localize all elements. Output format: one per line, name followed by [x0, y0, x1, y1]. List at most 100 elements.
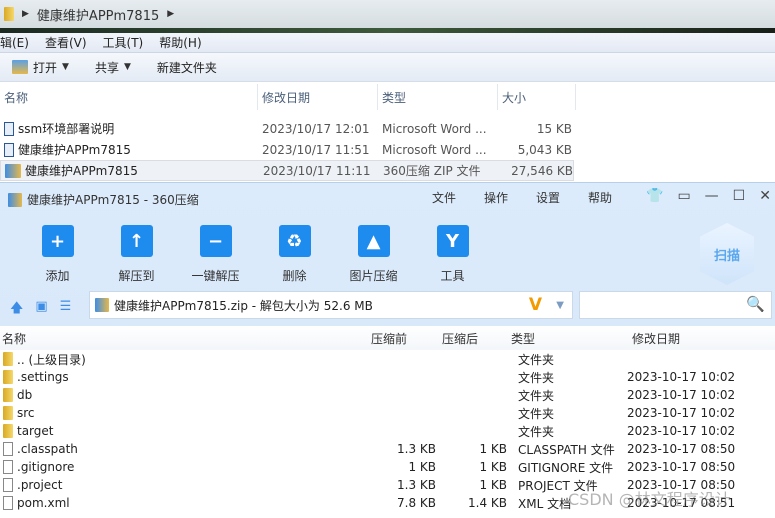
- menu-file[interactable]: 文件: [432, 189, 456, 206]
- tool-button-0[interactable]: + 添加: [18, 225, 97, 284]
- zip-icon: [95, 298, 109, 312]
- column-type[interactable]: 类型: [378, 84, 498, 110]
- open-button[interactable]: 打开 ▼: [12, 59, 69, 76]
- up-arrow-icon[interactable]: 🡅: [10, 299, 23, 321]
- chevron-right-icon[interactable]: ▶: [167, 9, 174, 19]
- entry-size-after: 1 KB: [479, 442, 507, 456]
- tool-button-2[interactable]: − 一键解压: [176, 225, 255, 284]
- file-icon: [3, 442, 13, 456]
- search-input[interactable]: 🔍: [579, 291, 772, 319]
- chevron-down-icon[interactable]: ▼: [556, 300, 564, 311]
- security-v-icon[interactable]: V: [529, 295, 542, 315]
- column-date[interactable]: 修改日期: [258, 84, 378, 110]
- file-row[interactable]: 健康维护APPm7815 2023/10/17 11:51 Microsoft …: [0, 139, 775, 160]
- column-date[interactable]: 修改日期: [632, 330, 680, 347]
- new-folder-label: 新建文件夹: [156, 60, 217, 75]
- menu-edit[interactable]: 编辑(E): [0, 34, 29, 51]
- entry-name: .gitignore: [17, 460, 75, 474]
- window-title: 健康维护APPm7815 - 360压缩: [8, 191, 199, 208]
- tool-button-5[interactable]: Y 工具: [413, 225, 492, 284]
- entry-name: target: [17, 424, 54, 438]
- tool-label: 工具: [440, 269, 465, 283]
- tool-button-1[interactable]: ↑ 解压到: [97, 225, 176, 284]
- entry-size-after: 1 KB: [479, 478, 507, 492]
- file-size: 27,546 KB: [511, 163, 573, 178]
- menu-operate[interactable]: 操作: [484, 189, 508, 206]
- zip-toolbar: + 添加 ↑ 解压到 − 一键解压 ♻ 删除 ▲ 图片压缩 Y 工具: [18, 225, 492, 284]
- file-name: 健康维护APPm7815: [25, 164, 138, 178]
- file-type: Microsoft Word ...: [382, 121, 487, 136]
- share-button[interactable]: 共享 ▼: [95, 59, 131, 76]
- archive-row[interactable]: target 文件夹 2023-10-17 10:02: [0, 422, 775, 440]
- file-size: 15 KB: [536, 121, 572, 136]
- file-icon: [3, 496, 13, 510]
- archive-row[interactable]: .settings 文件夹 2023-10-17 10:02: [0, 368, 775, 386]
- tool-button-3[interactable]: ♻ 删除: [255, 225, 334, 284]
- entry-name: src: [17, 406, 35, 420]
- menu-view[interactable]: 查看(V): [45, 34, 87, 51]
- list-view-icon[interactable]: ☰: [60, 299, 72, 321]
- archive-row[interactable]: .. (上级目录) 文件夹: [0, 350, 775, 368]
- column-name[interactable]: 名称: [0, 84, 258, 110]
- minimize-button[interactable]: —: [705, 188, 719, 204]
- path-field[interactable]: 健康维护APPm7815.zip - 解包大小为 52.6 MB V ▼: [89, 291, 573, 319]
- column-name[interactable]: 名称: [0, 330, 371, 347]
- column-size[interactable]: 大小: [498, 84, 576, 110]
- tool-label: 图片压缩: [349, 269, 398, 283]
- tool-label: 一键解压: [191, 269, 240, 283]
- tool-button-4[interactable]: ▲ 图片压缩: [334, 225, 413, 284]
- nav-buttons: 🡅 ▣ ☰: [10, 299, 71, 321]
- chevron-right-icon[interactable]: ▶: [22, 9, 29, 19]
- column-before[interactable]: 压缩前: [371, 330, 442, 347]
- explorer-column-headers: 名称 修改日期 类型 大小: [0, 84, 775, 110]
- entry-name: .. (上级目录): [17, 352, 86, 367]
- explorer-address-bar[interactable]: ▶ 健康维护APPm7815 ▶: [0, 0, 775, 28]
- menu-help[interactable]: 帮助(H): [159, 34, 201, 51]
- one-click-extract-icon: −: [199, 225, 232, 257]
- close-button[interactable]: ✕: [759, 188, 771, 204]
- entry-date: 2023-10-17 10:02: [627, 406, 736, 420]
- column-after[interactable]: 压缩后: [442, 330, 511, 347]
- file-row[interactable]: ssm环境部署说明 2023/10/17 12:01 Microsoft Wor…: [0, 118, 775, 139]
- feedback-icon[interactable]: ▭: [677, 188, 690, 204]
- entry-name: db: [17, 388, 33, 402]
- file-row[interactable]: 健康维护APPm7815 2023/10/17 11:11 360压缩 ZIP …: [0, 160, 574, 181]
- archive-row[interactable]: src 文件夹 2023-10-17 10:02: [0, 404, 775, 422]
- maximize-button[interactable]: ☐: [733, 188, 746, 204]
- window-controls: 👕 ▭ — ☐ ✕: [646, 188, 771, 204]
- search-icon[interactable]: 🔍: [746, 295, 765, 313]
- title-text: 健康维护APPm7815 - 360压缩: [27, 193, 199, 207]
- archive-row[interactable]: .gitignore 1 KB 1 KB GITIGNORE 文件 2023-1…: [0, 458, 775, 476]
- skin-icon[interactable]: 👕: [646, 188, 663, 204]
- menu-tools[interactable]: 工具(T): [103, 34, 144, 51]
- watermark: CSDN @林文程序设计: [568, 490, 731, 509]
- entry-date: 2023-10-17 10:02: [627, 388, 736, 402]
- file-date: 2023/10/17 11:51: [262, 142, 370, 157]
- entry-size-before: 7.8 KB: [397, 496, 436, 510]
- entry-size-before: 1.3 KB: [397, 478, 436, 492]
- file-size: 5,043 KB: [517, 142, 572, 157]
- folder-icon: [3, 388, 13, 402]
- menu-settings[interactable]: 设置: [536, 189, 560, 206]
- archive-row[interactable]: .classpath 1.3 KB 1 KB CLASSPATH 文件 2023…: [0, 440, 775, 458]
- new-folder-button[interactable]: 新建文件夹: [157, 59, 217, 76]
- thumbnail-view-icon[interactable]: ▣: [35, 299, 47, 321]
- folder-icon: [3, 370, 13, 384]
- scan-button[interactable]: 扫描: [700, 223, 754, 285]
- recycle-bin-icon: ♻: [278, 225, 311, 257]
- column-type[interactable]: 类型: [511, 330, 632, 347]
- zip-icon: [5, 163, 21, 178]
- archive-row[interactable]: db 文件夹 2023-10-17 10:02: [0, 386, 775, 404]
- archive-column-headers: 名称 压缩前 压缩后 类型 修改日期: [0, 326, 775, 350]
- folder-icon: [3, 406, 13, 420]
- breadcrumb[interactable]: 健康维护APPm7815: [37, 5, 159, 24]
- entry-size-before: 1 KB: [408, 460, 436, 474]
- entry-size-before: 1.3 KB: [397, 442, 436, 456]
- tools-icon: Y: [436, 225, 469, 257]
- entry-name: .settings: [17, 370, 69, 384]
- tool-label: 删除: [282, 269, 307, 283]
- entry-name: pom.xml: [17, 496, 70, 510]
- entry-type: 文件夹: [518, 424, 555, 439]
- menu-help[interactable]: 帮助: [588, 189, 612, 206]
- folder-icon: [4, 7, 14, 21]
